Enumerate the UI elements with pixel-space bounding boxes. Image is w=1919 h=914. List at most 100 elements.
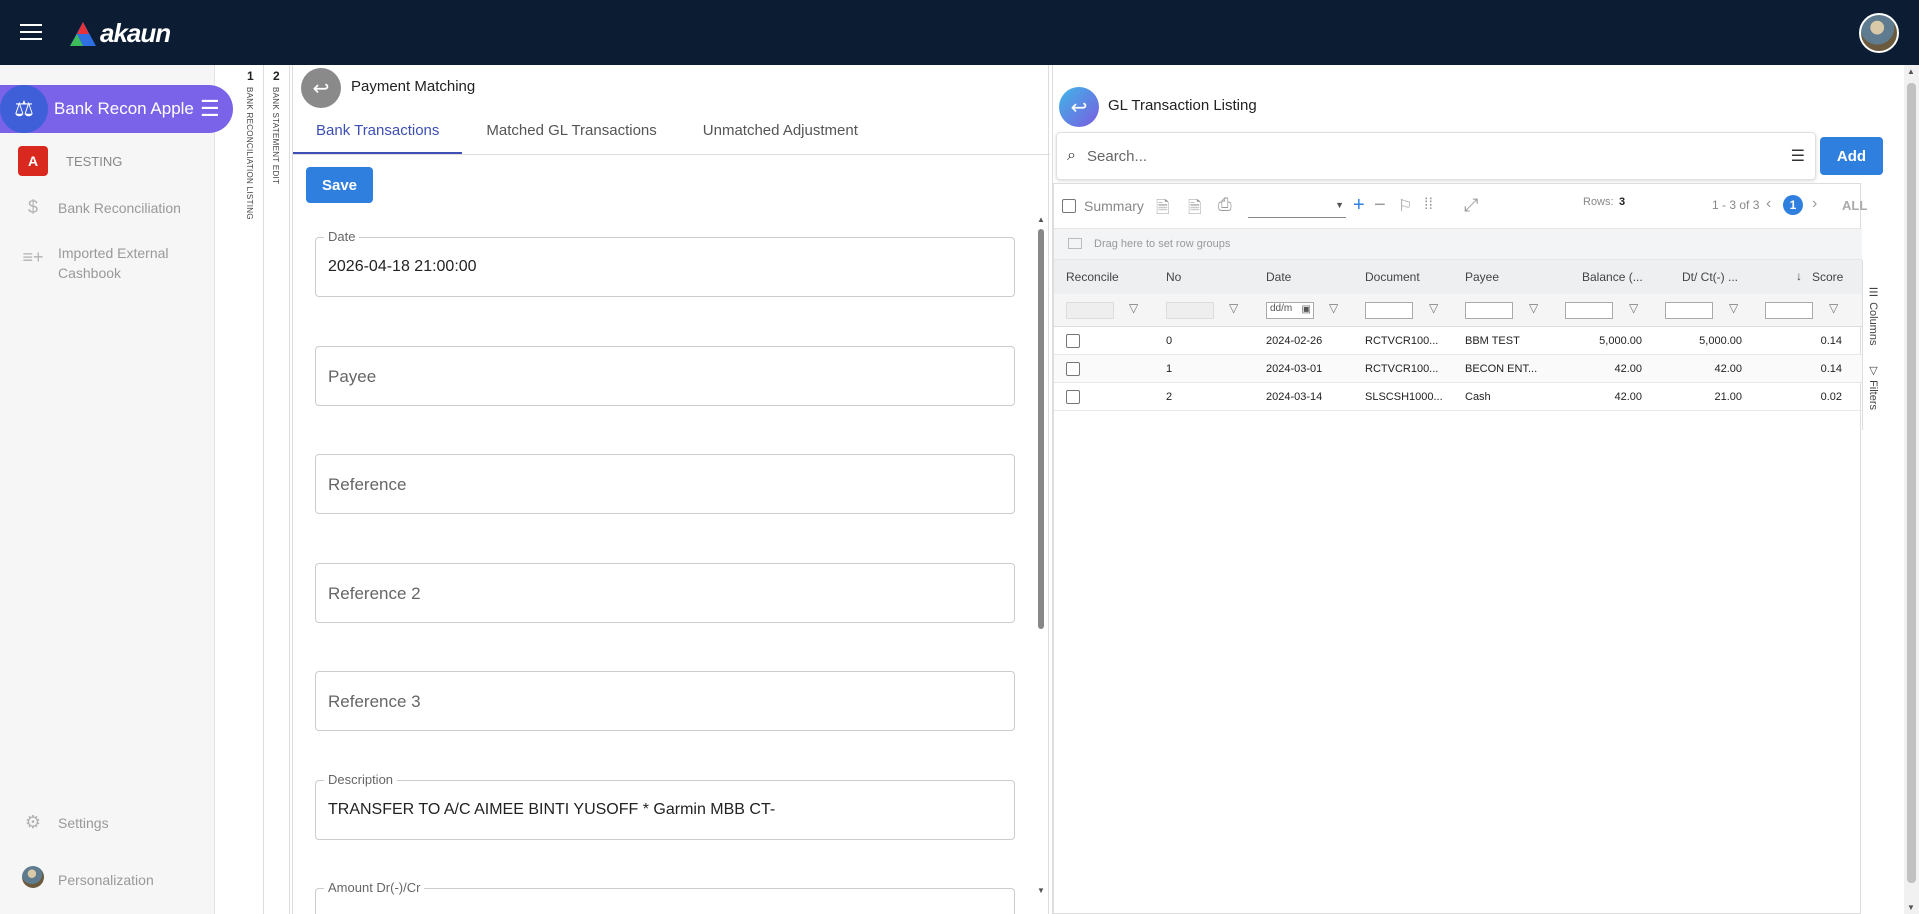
gl-transaction-listing-panel: ↩ GL Transaction Listing ⌕ Search... ☰ A… — [1052, 65, 1884, 914]
print-icon[interactable]: ⎙ — [1218, 195, 1232, 215]
summary-checkbox[interactable] — [1062, 199, 1076, 213]
grid-icon[interactable]: ⁞⁞ — [1424, 196, 1433, 214]
back-button[interactable]: ↩ — [1059, 87, 1099, 127]
scroll-up-icon[interactable]: ▲ — [1907, 67, 1915, 76]
vtab-number: 2 — [273, 69, 280, 83]
scroll-thumb[interactable] — [1038, 229, 1044, 629]
description-field[interactable]: Description TRANSFER TO A/C AIMEE BINTI … — [315, 772, 1015, 840]
cell-score: 0.02 — [1820, 391, 1842, 403]
page-number[interactable]: 1 — [1783, 195, 1803, 215]
csv-export-icon[interactable]: 🗎 — [1156, 195, 1170, 224]
brand-logo[interactable]: akaun — [70, 18, 171, 49]
scroll-up-icon[interactable]: ▲ — [1037, 215, 1045, 224]
row-group-dropzone[interactable]: Drag here to set row groups — [1054, 228, 1862, 260]
reconcile-checkbox[interactable] — [1066, 334, 1080, 348]
chevron-left-icon[interactable]: ‹ — [1766, 195, 1771, 213]
reference-2-field[interactable]: Reference 2 — [315, 563, 1015, 623]
vtab-bank-statement-edit[interactable]: 2 BANK STATEMENT EDIT — [264, 65, 290, 914]
form-scrollbar[interactable]: ▲ ▼ — [1035, 215, 1047, 895]
table-row[interactable]: 1 2024-03-01 RCTVCR100... BECON ENT... 4… — [1054, 355, 1862, 383]
col-document[interactable]: Document — [1365, 270, 1420, 284]
filter-score[interactable] — [1765, 302, 1813, 319]
filter-icon[interactable]: ▽ — [1529, 301, 1538, 315]
filter-reconcile[interactable] — [1066, 302, 1114, 319]
tab-bank-transactions[interactable]: Bank Transactions — [293, 107, 463, 154]
plus-icon[interactable]: + — [1353, 194, 1365, 217]
filter-icon[interactable]: ▽ — [1829, 301, 1838, 315]
user-avatar[interactable] — [1859, 13, 1899, 53]
tab-unmatched-adjustment[interactable]: Unmatched Adjustment — [680, 107, 881, 154]
cell-no: 2 — [1166, 391, 1173, 403]
search-input[interactable]: ⌕ Search... ☰ — [1056, 132, 1816, 180]
sidebar-item-settings[interactable]: ⚙ Settings — [22, 812, 109, 833]
col-payee[interactable]: Payee — [1465, 270, 1499, 284]
col-score[interactable]: Score — [1812, 270, 1843, 284]
vtab-number: 1 — [247, 69, 254, 83]
menu-icon[interactable] — [20, 24, 42, 42]
page-scrollbar[interactable]: ▲ ▼ — [1904, 65, 1919, 914]
sidebar-item-bank-reconciliation[interactable]: $ Bank Reconciliation — [22, 197, 181, 218]
tab-matched-gl-transactions[interactable]: Matched GL Transactions — [463, 107, 679, 154]
vtab-bank-reconciliation-listing[interactable]: 1 BANK RECONCILIATION LISTING — [238, 65, 264, 914]
calendar-icon[interactable]: ▣ — [1302, 304, 1311, 315]
col-balance[interactable]: Balance (... — [1582, 270, 1643, 284]
table-row[interactable]: 2 2024-03-14 SLSCSH1000... Cash 42.00 21… — [1054, 383, 1862, 411]
sidebar-item-testing[interactable]: A TESTING — [18, 146, 122, 176]
save-button[interactable]: Save — [306, 167, 373, 203]
collapse-menu-icon[interactable]: ☰ — [200, 96, 220, 122]
fullscreen-icon[interactable]: ⤢ — [1464, 195, 1478, 216]
filter-icon[interactable]: ▽ — [1629, 301, 1638, 315]
payee-field[interactable]: Payee — [315, 346, 1015, 406]
summary-label: Summary — [1084, 198, 1144, 214]
all-pages-link[interactable]: ALL — [1842, 198, 1867, 213]
cell-balance: 42.00 — [1614, 391, 1642, 403]
filter-icon[interactable]: ▽ — [1429, 301, 1438, 315]
reconcile-checkbox[interactable] — [1066, 390, 1080, 404]
filter-icon[interactable]: ▽ — [1129, 301, 1138, 315]
cell-document: RCTVCR100... — [1365, 335, 1439, 347]
reconcile-checkbox[interactable] — [1066, 362, 1080, 376]
filter-payee[interactable] — [1465, 302, 1513, 319]
sidebar-item-personalization[interactable]: Personalization — [22, 866, 154, 893]
scroll-thumb[interactable] — [1907, 83, 1916, 883]
table-row[interactable]: 0 2024-02-26 RCTVCR100... BBM TEST 5,000… — [1054, 327, 1862, 355]
add-button[interactable]: Add — [1820, 137, 1883, 175]
columns-tab[interactable]: ☰ Columns — [1867, 286, 1880, 345]
cell-date: 2024-03-14 — [1266, 391, 1323, 403]
rows-count: 3 — [1619, 196, 1626, 208]
reference-field[interactable]: Reference — [315, 454, 1015, 514]
cell-balance: 42.00 — [1614, 363, 1642, 375]
scroll-down-icon[interactable]: ▼ — [1907, 903, 1915, 912]
bookmark-icon[interactable]: ⚐ — [1398, 196, 1412, 216]
filter-no[interactable] — [1166, 302, 1214, 319]
filter-list-icon[interactable]: ☰ — [1791, 146, 1805, 166]
filter-date[interactable]: dd/m ▣ — [1266, 302, 1314, 319]
filter-icon[interactable]: ▽ — [1729, 301, 1738, 315]
col-dt-ct[interactable]: Dt/ Ct(-) ... — [1682, 270, 1738, 284]
filter-icon[interactable]: ▽ — [1229, 301, 1238, 315]
filter-icon[interactable]: ▽ — [1329, 301, 1338, 315]
col-no[interactable]: No — [1166, 270, 1181, 284]
filter-dt-ct[interactable] — [1665, 302, 1713, 319]
amount-field[interactable]: Amount Dr(-)/Cr — [315, 880, 1015, 914]
vtab-label: BANK RECONCILIATION LISTING — [245, 87, 254, 220]
back-button[interactable]: ↩ — [301, 68, 341, 108]
sort-desc-icon[interactable]: ↓ — [1796, 269, 1802, 283]
excel-export-icon[interactable]: 🗎 — [1188, 195, 1202, 224]
scroll-down-icon[interactable]: ▼ — [1037, 886, 1045, 895]
app-switcher[interactable]: ⚖ Bank Recon Apple ☰ — [0, 85, 233, 133]
search-placeholder: Search... — [1087, 148, 1148, 165]
filters-tab[interactable]: ▽ Filters — [1867, 364, 1880, 410]
col-reconcile[interactable]: Reconcile — [1066, 270, 1119, 284]
sidebar-item-imported-external-cashbook[interactable]: ≡+ Imported External Cashbook — [22, 243, 188, 283]
date-field[interactable]: Date 2026-04-18 21:00:00 — [315, 229, 1015, 297]
minus-icon[interactable]: − — [1374, 194, 1386, 217]
grid-header: Reconcile No Date Document Payee Balance… — [1054, 260, 1862, 294]
filters-tab-label: Filters — [1867, 380, 1879, 411]
col-date[interactable]: Date — [1266, 270, 1291, 284]
view-select[interactable]: ▼ — [1248, 198, 1346, 218]
chevron-right-icon[interactable]: › — [1812, 195, 1817, 213]
filter-balance[interactable] — [1565, 302, 1613, 319]
reference-3-field[interactable]: Reference 3 — [315, 671, 1015, 731]
filter-document[interactable] — [1365, 302, 1413, 319]
